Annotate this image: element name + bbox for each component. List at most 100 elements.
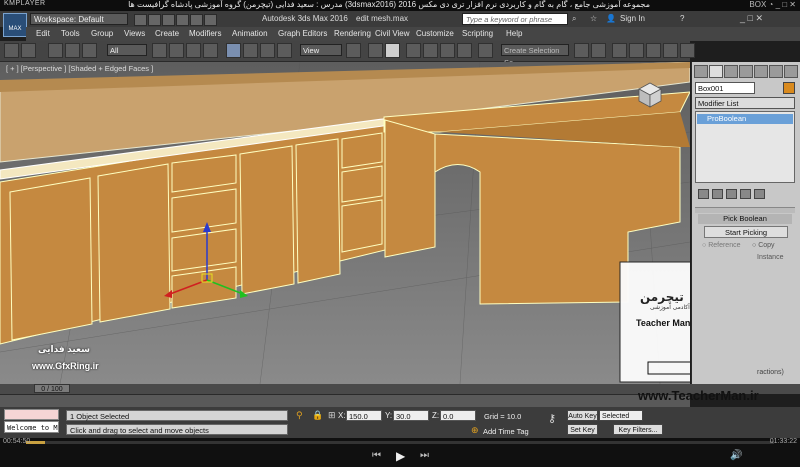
spinner-snap-icon[interactable]: [457, 43, 472, 58]
select-manipulate-icon[interactable]: [368, 43, 383, 58]
key-filters-button[interactable]: Key Filters...: [613, 424, 663, 435]
isolate-selection-icon[interactable]: ⚲: [296, 410, 303, 421]
menu-scripting[interactable]: Scripting: [462, 29, 493, 38]
user-icon[interactable]: 👤: [606, 14, 616, 23]
angle-snap-icon[interactable]: [423, 43, 438, 58]
time-tag-icon[interactable]: ⊕: [471, 425, 479, 436]
hierarchy-tab-icon[interactable]: [724, 65, 738, 78]
align-icon[interactable]: [591, 43, 606, 58]
snaps-toggle-icon[interactable]: [406, 43, 421, 58]
selection-filter-dropdown[interactable]: All: [107, 44, 147, 56]
sign-in-link[interactable]: Sign In: [620, 14, 645, 23]
menu-modifiers[interactable]: Modifiers: [189, 29, 221, 38]
select-by-name-icon[interactable]: [169, 43, 184, 58]
render-setup-icon[interactable]: [680, 43, 695, 58]
z-coordinate-field[interactable]: 0.0: [440, 410, 476, 421]
add-time-tag[interactable]: Add Time Tag: [483, 427, 529, 436]
menu-rendering[interactable]: Rendering: [334, 29, 371, 38]
maxscript-listener-output[interactable]: [4, 409, 59, 420]
auto-key-button[interactable]: Auto Key: [567, 410, 598, 421]
menu-graph-editors[interactable]: Graph Editors: [278, 29, 327, 38]
hammer-icon[interactable]: [784, 65, 798, 78]
scene-explorer-icon[interactable]: [612, 43, 627, 58]
display-tab-icon[interactable]: [754, 65, 768, 78]
select-object-icon[interactable]: [152, 43, 167, 58]
help-search-input[interactable]: Type a keyword or phrase: [462, 13, 568, 25]
layer-explorer-icon[interactable]: [629, 43, 644, 58]
edit-named-selection-icon[interactable]: [478, 43, 493, 58]
bind-space-warp-icon[interactable]: [82, 43, 97, 58]
previous-icon[interactable]: ⏮: [372, 450, 381, 461]
pivot-point-icon[interactable]: [346, 43, 361, 58]
modify-tab-icon[interactable]: [709, 65, 723, 78]
viewcube-icon[interactable]: [637, 81, 663, 109]
next-icon[interactable]: ⏭: [420, 450, 429, 461]
object-color-swatch[interactable]: [783, 82, 795, 94]
select-and-scale-icon[interactable]: [260, 43, 275, 58]
communication-center-icon[interactable]: ☆: [590, 14, 597, 23]
modifier-list-dropdown[interactable]: Modifier List: [695, 97, 795, 109]
make-unique-icon[interactable]: [726, 189, 737, 199]
configure-modifier-sets-icon[interactable]: [754, 189, 765, 199]
new-file-icon[interactable]: [134, 14, 147, 26]
curve-editor-icon[interactable]: [646, 43, 661, 58]
undo-tool-icon[interactable]: [4, 43, 19, 58]
utilities-tab-icon[interactable]: [769, 65, 783, 78]
track-bar[interactable]: [0, 394, 690, 407]
modifier-stack-item[interactable]: ProBoolean: [697, 114, 793, 124]
absolute-mode-icon[interactable]: ⊞: [328, 410, 336, 421]
set-key-button[interactable]: Set Key: [567, 424, 598, 435]
menu-create[interactable]: Create: [155, 29, 179, 38]
application-button[interactable]: MAX: [3, 13, 27, 37]
volume-icon[interactable]: 🔊: [730, 450, 742, 461]
undo-icon[interactable]: [176, 14, 189, 26]
unlink-icon[interactable]: [65, 43, 80, 58]
app-window-controls[interactable]: _ □ ✕: [740, 13, 763, 24]
link-icon[interactable]: [48, 43, 63, 58]
time-slider-thumb[interactable]: 0 / 100: [34, 384, 70, 393]
named-selection-sets-dropdown[interactable]: Create Selection Se: [501, 44, 569, 67]
instance-radio[interactable]: Instance: [757, 254, 783, 261]
menu-edit[interactable]: Edit: [36, 29, 50, 38]
material-editor-icon[interactable]: [663, 43, 678, 58]
object-name-field[interactable]: Box001: [695, 82, 755, 94]
set-key-icon[interactable]: ⚷: [548, 412, 556, 425]
menu-tools[interactable]: Tools: [61, 29, 80, 38]
workspace-dropdown[interactable]: Workspace: Default: [30, 13, 128, 25]
key-selection-dropdown[interactable]: Selected: [599, 410, 643, 421]
selection-lock-icon[interactable]: 🔒: [312, 410, 323, 421]
x-coordinate-field[interactable]: 150.0: [346, 410, 382, 421]
save-file-icon[interactable]: [162, 14, 175, 26]
binoculars-icon[interactable]: ⌕: [572, 14, 576, 24]
rectangular-selection-icon[interactable]: [186, 43, 201, 58]
help-icon[interactable]: ?: [680, 14, 684, 23]
menu-group[interactable]: Group: [91, 29, 113, 38]
menu-civil-view[interactable]: Civil View: [375, 29, 410, 38]
menu-views[interactable]: Views: [124, 29, 145, 38]
select-and-place-icon[interactable]: [277, 43, 292, 58]
redo-icon[interactable]: [190, 14, 203, 26]
window-crossing-icon[interactable]: [203, 43, 218, 58]
start-picking-button[interactable]: Start Picking: [704, 226, 788, 238]
pick-boolean-rollout[interactable]: Pick Boolean: [698, 214, 792, 224]
mirror-icon[interactable]: [574, 43, 589, 58]
show-end-result-icon[interactable]: [712, 189, 723, 199]
menu-customize[interactable]: Customize: [416, 29, 454, 38]
menu-animation[interactable]: Animation: [232, 29, 268, 38]
select-and-move-icon[interactable]: [226, 43, 241, 58]
y-coordinate-field[interactable]: 30.0: [393, 410, 429, 421]
keyboard-shortcut-override-icon[interactable]: [385, 43, 400, 58]
remove-modifier-icon[interactable]: [740, 189, 751, 199]
menu-help[interactable]: Help: [506, 29, 522, 38]
copy-radio[interactable]: ○ Copy: [752, 242, 775, 249]
motion-tab-icon[interactable]: [739, 65, 753, 78]
pin-stack-icon[interactable]: [698, 189, 709, 199]
viewport-label-menu[interactable]: [ + ] [Perspective ] [Shaded + Edged Fac…: [6, 64, 153, 73]
maxscript-mini-listener[interactable]: Welcome to M: [4, 421, 59, 433]
select-and-rotate-icon[interactable]: [243, 43, 258, 58]
open-file-icon[interactable]: [148, 14, 161, 26]
player-window-controls[interactable]: BOX ◔ _ □ ✕: [749, 0, 796, 9]
reference-coordinate-dropdown[interactable]: View: [300, 44, 342, 56]
redo-tool-icon[interactable]: [21, 43, 36, 58]
play-icon[interactable]: ▶: [396, 449, 405, 463]
